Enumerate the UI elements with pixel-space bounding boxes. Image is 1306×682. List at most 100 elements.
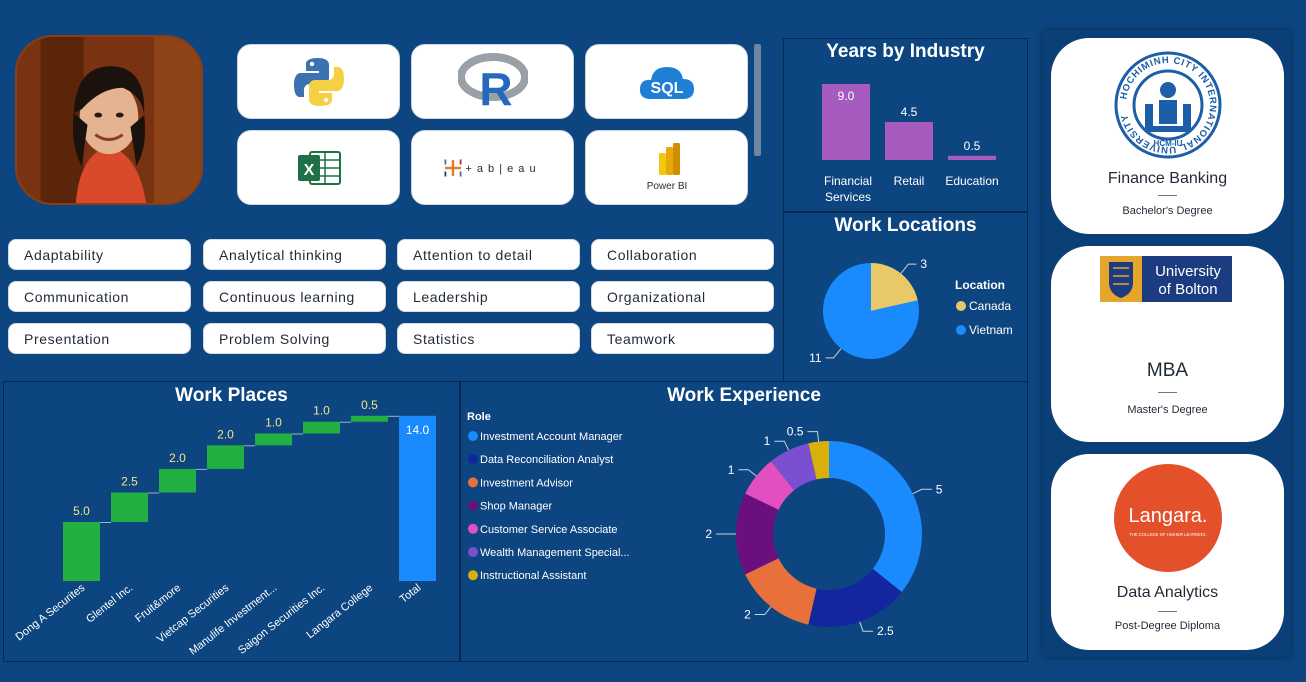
industry-category-label: Retail	[894, 174, 925, 188]
work-place-value-label: 2.0	[217, 427, 234, 441]
tool-card-tableau[interactable]: + a b | e a u	[411, 130, 574, 205]
hcmiu-seal-bottom-text: HCM-IU	[1154, 139, 1183, 148]
work-places-panel: Work Places 5.0 Dong A Securites 2.5 Glente…	[3, 381, 460, 662]
location-value-label: 11	[809, 351, 822, 365]
work-place-bar-manulife-investment	[255, 433, 292, 446]
experience-legend-item-investment-account-manager: Investment Account Manager	[480, 431, 623, 443]
work-place-category-label: Saigon Securities Inc.	[236, 582, 327, 657]
work-place-category-label: Manulife Investment...	[187, 582, 279, 658]
python-logo-icon	[293, 57, 344, 106]
experience-legend-marker	[468, 454, 478, 465]
tool-card-excel[interactable]: X	[237, 130, 400, 205]
locations-legend-marker	[956, 325, 966, 335]
experience-legend-item-shop-manager: Shop Manager	[480, 501, 552, 513]
bolton-logo-text-1: University	[1155, 263, 1221, 280]
experience-slice-investment-account-manager	[829, 441, 922, 592]
years-by-industry-chart: 9.0 Financial Services 4.5 Retail 0.5 Educatio…	[822, 84, 999, 204]
experience-value-label: 5	[936, 482, 943, 496]
work-place-bar-glentel-inc	[111, 492, 148, 522]
work-place-value-label: 1.0	[265, 416, 282, 430]
industry-category-label: Education	[945, 174, 998, 188]
experience-leader-line	[754, 606, 772, 616]
industry-value-label: 9.0	[838, 89, 855, 103]
work-place-value-label: 2.0	[169, 451, 186, 465]
locations-legend-title: Location	[955, 278, 1005, 292]
excel-logo-letter: X	[303, 162, 314, 179]
experience-value-label: 2	[705, 527, 712, 541]
education-card-bolton[interactable]: University of Bolton MBA Master's Degree	[1051, 246, 1284, 442]
work-place-bar-total	[399, 415, 436, 581]
work-experience-chart: Role Investment Account Manager Data Recon…	[467, 411, 943, 638]
tool-card-r[interactable]: R	[411, 44, 574, 119]
tools-scrollbar[interactable]	[754, 44, 761, 156]
experience-legend-item-investment-advisor: Investment Advisor	[480, 477, 573, 489]
langara-logo-icon: Langara. THE COLLEGE OF HIGHER LEARNING.	[1114, 464, 1222, 572]
location-value-label: 3	[920, 257, 927, 271]
experience-legend-item-customer-service-associate: Customer Service Associate	[480, 524, 618, 536]
langara-logo-text-2: THE COLLEGE OF HIGHER LEARNING.	[1129, 532, 1206, 537]
industry-category-label: Financial	[824, 174, 872, 188]
tool-card-python[interactable]	[237, 44, 400, 119]
r-logo-icon: R	[457, 52, 528, 111]
sql-logo-icon: SQL	[639, 66, 694, 99]
work-place-value-label: 5.0	[73, 504, 90, 518]
skill-presentation: Presentation	[8, 323, 191, 354]
power-bi-logo-icon: Power BI	[646, 142, 687, 192]
years-by-industry-panel: Years by Industry 9.0 Financial Services 4.…	[783, 38, 1028, 212]
industry-category-label: Services	[825, 190, 871, 204]
experience-leader-line	[774, 440, 790, 451]
tool-card-sql[interactable]: SQL	[585, 44, 748, 119]
industry-bar-education	[948, 155, 996, 160]
industry-value-label: 4.5	[901, 105, 918, 119]
location-leader-line	[825, 348, 842, 359]
profile-photo	[15, 35, 203, 205]
education-card-hcmiu[interactable]: HOCHIMINH CITY INTERNATIONAL UNIVERSITY …	[1051, 38, 1284, 234]
education-card-langara[interactable]: Langara. THE COLLEGE OF HIGHER LEARNING.…	[1051, 454, 1284, 650]
education-degree-master: Master's Degree	[1127, 404, 1208, 416]
work-experience-panel: Work Experience Role Investment Account M…	[460, 381, 1028, 662]
locations-legend-item-vietnam: Vietnam	[969, 323, 1013, 337]
skill-teamwork: Teamwork	[591, 323, 774, 354]
experience-legend-marker	[468, 570, 478, 581]
work-places-chart: 5.0Dong A Securites2.5Glentel Inc.2.0Fru…	[13, 398, 436, 658]
skill-leadership: Leadership	[397, 281, 580, 312]
education-program-finance-banking: Finance Banking	[1107, 170, 1228, 187]
experience-legend-marker	[468, 523, 478, 534]
langara-logo-text-1: Langara.	[1129, 505, 1208, 527]
education-program-mba: MBA	[1146, 360, 1189, 381]
skill-communication: Communication	[8, 281, 191, 312]
experience-leader-line	[859, 621, 874, 632]
work-place-bar-saigon-securities-inc	[303, 421, 340, 434]
bolton-logo-icon: University of Bolton	[1100, 256, 1232, 302]
sql-logo-text: SQL	[650, 80, 683, 97]
education-degree-bachelor: Bachelor's Degree	[1122, 205, 1213, 217]
experience-value-label: 2	[744, 608, 751, 622]
bolton-logo-text-2: of Bolton	[1158, 281, 1217, 298]
experience-leader-line	[738, 469, 757, 477]
work-place-bar-dong-a-securites	[63, 522, 100, 581]
education-divider	[1158, 392, 1177, 393]
profile-photo-illustration	[17, 37, 201, 203]
work-place-bar-fruit-more	[159, 468, 196, 493]
work-place-total-label: 14.0	[406, 423, 430, 437]
experience-legend-item-data-reconciliation-analyst: Data Reconciliation Analyst	[480, 454, 613, 466]
industry-value-label: 0.5	[964, 139, 981, 153]
experience-legend-marker	[468, 500, 478, 511]
skill-statistics: Statistics	[397, 323, 580, 354]
hcmiu-seal-icon: HOCHIMINH CITY INTERNATIONAL UNIVERSITY …	[1114, 51, 1222, 159]
education-degree-post-degree: Post-Degree Diploma	[1114, 620, 1221, 632]
education-divider	[1158, 195, 1177, 196]
locations-legend-marker	[956, 301, 966, 311]
work-place-value-label: 1.0	[313, 404, 330, 418]
experience-value-label: 0.5	[787, 425, 804, 439]
tool-card-power-bi[interactable]: Power BI	[585, 130, 748, 205]
experience-legend-item-instructional-assistant: Instructional Assistant	[480, 570, 586, 582]
skill-organizational: Organizational	[591, 281, 774, 312]
experience-value-label: 1	[728, 463, 735, 477]
work-locations-chart: 3 11 Location Canada Vietnam	[809, 257, 1013, 365]
power-bi-logo-text: Power BI	[646, 181, 687, 192]
work-place-category-label: Glentel Inc.	[84, 582, 135, 626]
skill-continuous-learning: Continuous learning	[203, 281, 386, 312]
experience-value-label: 2.5	[877, 624, 894, 638]
tableau-logo-text: + a b | e a u	[465, 163, 536, 175]
